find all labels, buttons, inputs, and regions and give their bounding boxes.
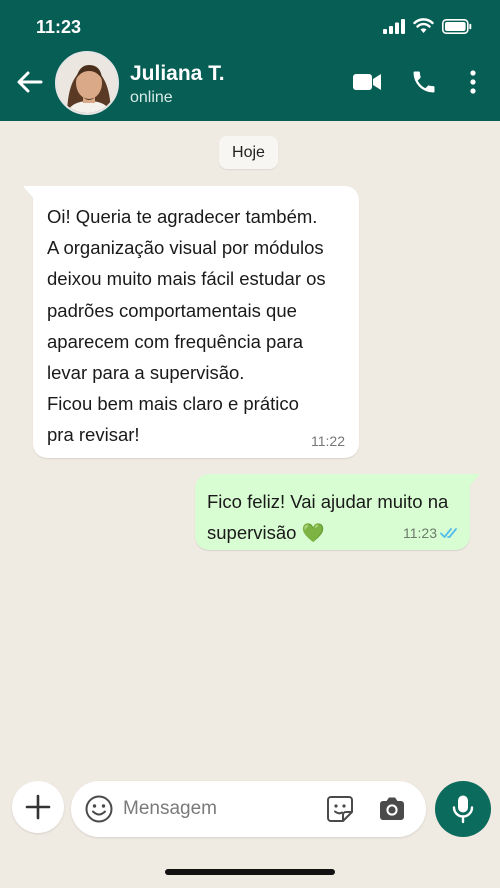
home-indicator — [165, 869, 335, 875]
emoji-button[interactable] — [84, 794, 114, 829]
camera-icon — [380, 797, 404, 820]
plus-icon — [25, 794, 51, 820]
signal-icon — [383, 18, 405, 34]
message-time: 11:22 — [311, 433, 345, 449]
chat-area[interactable]: Hoje Oi! Queria te agradecer também. A o… — [0, 121, 500, 888]
more-vertical-icon — [470, 70, 476, 94]
status-bar: 11:23 — [0, 0, 500, 52]
more-options-button[interactable] — [465, 68, 481, 101]
contact-status: online — [130, 89, 173, 106]
message-line: aparecem com frequência para — [47, 330, 304, 352]
input-bar — [0, 781, 500, 841]
chat-header: 11:23 Juliana T. online — [0, 0, 500, 121]
message-line: pra revisar! — [47, 424, 140, 446]
wifi-icon — [413, 18, 434, 33]
battery-icon — [442, 18, 472, 34]
avatar-photo — [57, 53, 117, 113]
message-time: 11:23 — [403, 525, 437, 541]
message-line: padrões comportamentais que — [47, 299, 297, 321]
phone-icon — [413, 71, 435, 93]
voice-call-button[interactable] — [410, 68, 438, 101]
contact-avatar[interactable] — [55, 51, 119, 115]
back-button[interactable] — [14, 66, 46, 98]
incoming-message[interactable]: Oi! Queria te agradecer também. A organi… — [23, 186, 359, 458]
message-line: Fico feliz! Vai ajudar muito na — [207, 491, 449, 512]
video-call-button[interactable] — [352, 68, 382, 101]
outgoing-message[interactable]: Fico feliz! Vai ajudar muito na supervis… — [195, 474, 480, 550]
status-icons — [383, 18, 472, 34]
message-input[interactable] — [123, 794, 313, 824]
sticker-icon — [327, 796, 353, 822]
date-chip: Hoje — [219, 136, 278, 169]
attach-button[interactable] — [12, 781, 64, 833]
message-box — [71, 781, 426, 837]
message-line: Oi! Queria te agradecer também. — [47, 206, 318, 227]
status-time: 11:23 — [36, 17, 82, 37]
smiley-icon — [85, 795, 113, 823]
double-check-icon — [440, 528, 457, 538]
video-camera-icon — [353, 74, 381, 90]
camera-button[interactable] — [377, 794, 407, 829]
microphone-icon — [452, 795, 474, 824]
back-arrow-icon — [17, 71, 43, 93]
message-line: levar para a supervisão. — [47, 362, 245, 384]
sticker-button[interactable] — [325, 794, 355, 829]
message-meta: 11:23 — [403, 525, 460, 541]
message-line: Ficou bem mais claro e prático — [47, 393, 299, 415]
mic-button[interactable] — [435, 781, 491, 837]
message-line: deixou muito mais fácil estudar os — [47, 268, 326, 290]
message-line: A organização visual por módulos — [47, 237, 324, 259]
contact-name[interactable]: Juliana T. — [130, 62, 225, 86]
